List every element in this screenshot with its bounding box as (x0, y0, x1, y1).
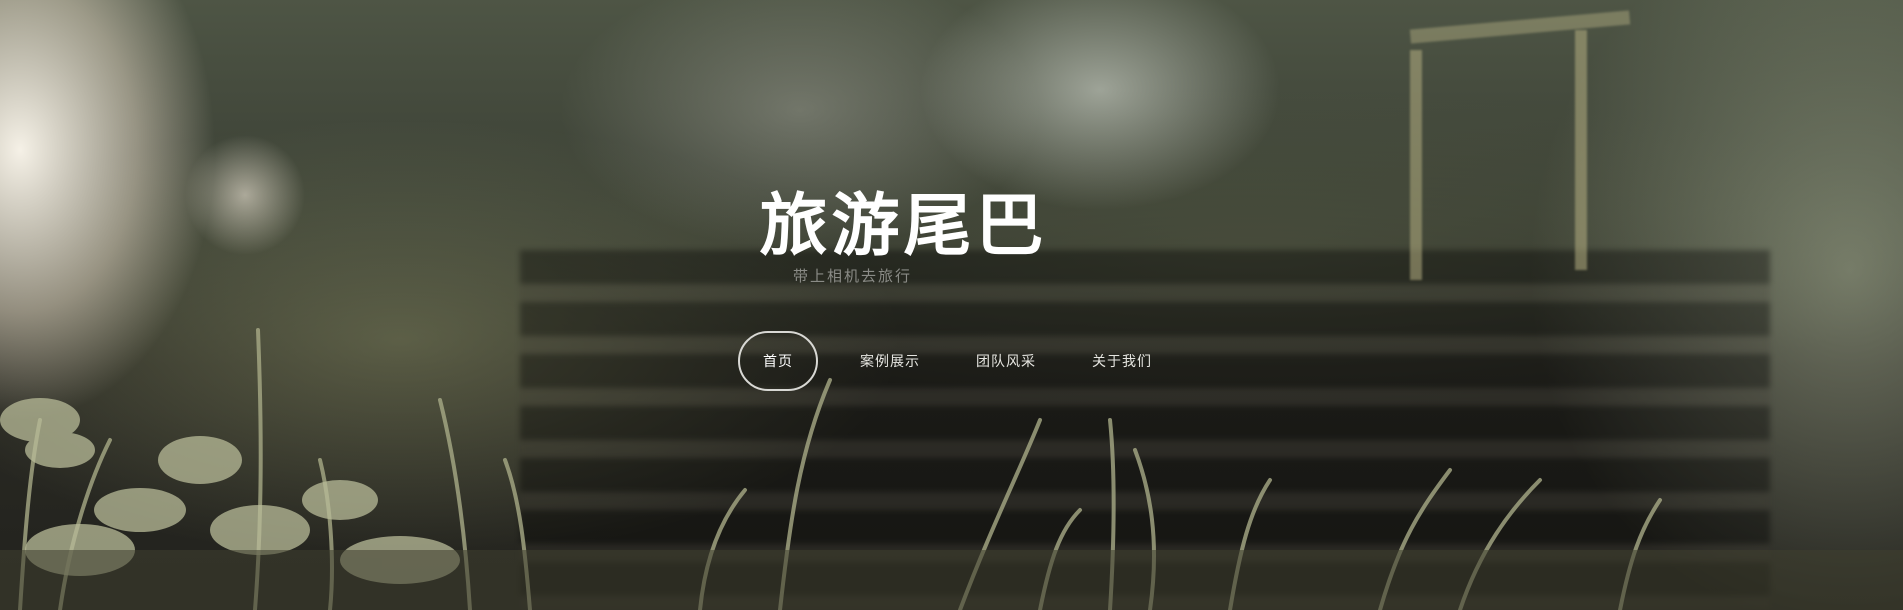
hero-banner: 旅游尾巴 带上相机去旅行 首页 案例展示 团队风采 关于我们 (0, 0, 1903, 610)
site-title: 旅游尾巴 (759, 186, 1048, 266)
nav-item-cases[interactable]: 案例展示 (846, 333, 934, 389)
nav-item-about[interactable]: 关于我们 (1078, 333, 1166, 389)
nav-item-home[interactable]: 首页 (738, 331, 818, 391)
brand-header: 旅游尾巴 带上相机去旅行 (0, 186, 1903, 285)
site-subtitle: 带上相机去旅行 (792, 267, 912, 285)
background-beam (1409, 10, 1631, 44)
nav-item-team[interactable]: 团队风采 (962, 333, 1050, 389)
main-nav: 首页 案例展示 团队风采 关于我们 (738, 331, 1194, 391)
